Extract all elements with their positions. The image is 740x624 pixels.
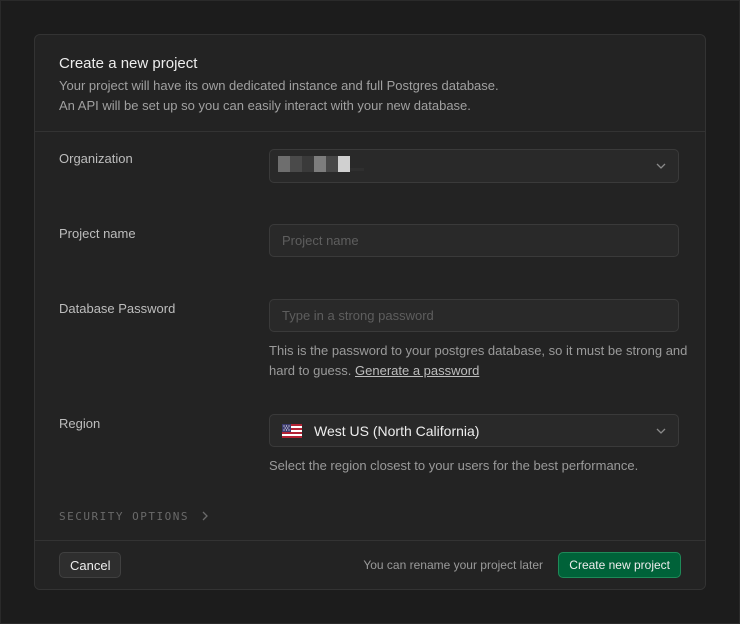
chevron-right-icon bbox=[202, 511, 209, 521]
organization-select[interactable] bbox=[269, 149, 679, 183]
us-flag-icon bbox=[282, 424, 302, 438]
security-options-toggle[interactable]: SECURITY OPTIONS bbox=[59, 510, 209, 523]
region-select[interactable]: West US (North California) bbox=[269, 414, 679, 447]
create-project-button[interactable]: Create new project bbox=[558, 552, 681, 578]
panel-description-line-2: An API will be set up so you can easily … bbox=[59, 98, 471, 113]
database-password-help: This is the password to your postgres da… bbox=[269, 341, 689, 381]
rename-note: You can rename your project later bbox=[363, 558, 543, 572]
database-password-field-wrapper bbox=[269, 299, 679, 332]
panel-header: Create a new project Your project will h… bbox=[35, 35, 705, 132]
project-name-input[interactable] bbox=[270, 225, 678, 256]
chevron-down-icon bbox=[656, 428, 666, 434]
page-title: Create a new project bbox=[59, 55, 198, 72]
security-options-label: SECURITY OPTIONS bbox=[59, 510, 189, 523]
create-project-panel: Create a new project Your project will h… bbox=[34, 34, 706, 590]
panel-description-line-1: Your project will have its own dedicated… bbox=[59, 78, 499, 93]
chevron-down-icon bbox=[656, 163, 666, 169]
project-name-label: Project name bbox=[59, 226, 136, 241]
generate-password-link[interactable]: Generate a password bbox=[355, 363, 479, 378]
organization-label: Organization bbox=[59, 151, 133, 166]
region-label: Region bbox=[59, 416, 101, 431]
database-password-label: Database Password bbox=[59, 301, 176, 316]
database-password-input[interactable] bbox=[270, 300, 678, 331]
cancel-button[interactable]: Cancel bbox=[59, 552, 122, 578]
region-selected-value: West US (North California) bbox=[314, 423, 480, 439]
region-help: Select the region closest to your users … bbox=[269, 458, 639, 473]
panel-footer: Cancel You can rename your project later… bbox=[35, 540, 705, 589]
project-name-field-wrapper bbox=[269, 224, 679, 257]
